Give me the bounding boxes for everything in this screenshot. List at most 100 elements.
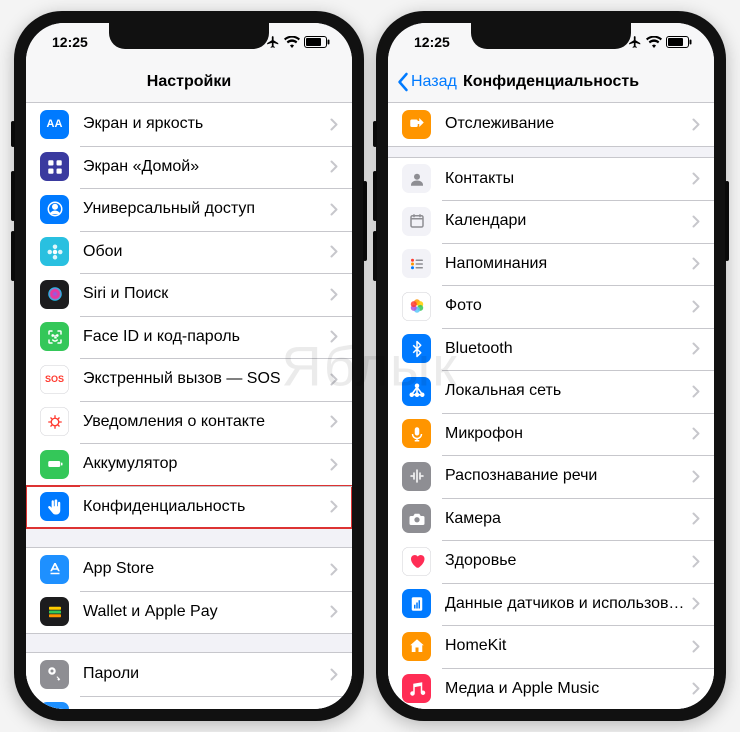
- navbar-right: Назад Конфиденциальность: [388, 61, 714, 103]
- row-label: Универсальный доступ: [83, 200, 330, 218]
- row-label: Здоровье: [445, 552, 692, 570]
- settings-row-sos[interactable]: SOSЭкстренный вызов — SOS: [26, 358, 352, 401]
- chevron-right-icon: [692, 118, 700, 131]
- row-label: Календари: [445, 212, 692, 230]
- settings-row-faceid[interactable]: Face ID и код-пароль: [26, 316, 352, 359]
- exposure-icon: [40, 407, 69, 436]
- settings-row-photos-privacy[interactable]: Фото: [388, 285, 714, 328]
- settings-row-tracking[interactable]: Отслеживание: [388, 103, 714, 146]
- settings-row-localnetwork[interactable]: Локальная сеть: [388, 370, 714, 413]
- row-label: Фото: [445, 297, 692, 315]
- settings-row-wallet[interactable]: Wallet и Apple Pay: [26, 591, 352, 634]
- battery-icon: [40, 450, 69, 479]
- settings-row-home-screen[interactable]: Экран «Домой»: [26, 146, 352, 189]
- chevron-right-icon: [692, 512, 700, 525]
- row-label: App Store: [83, 560, 330, 578]
- settings-row-battery[interactable]: Аккумулятор: [26, 443, 352, 486]
- chevron-right-icon: [330, 500, 338, 513]
- phone-frame-right: 12:25 Назад Конфиденциальность Отслежива…: [376, 11, 726, 721]
- chevron-right-icon: [692, 172, 700, 185]
- settings-row-privacy[interactable]: Конфиденциальность: [26, 486, 352, 529]
- settings-row-appstore[interactable]: App Store: [26, 548, 352, 591]
- row-label: Обои: [83, 243, 330, 261]
- settings-row-homekit[interactable]: HomeKit: [388, 625, 714, 668]
- home-screen-icon: [40, 152, 69, 181]
- appstore-icon: [40, 555, 69, 584]
- row-label: HomeKit: [445, 637, 692, 655]
- settings-row-display-brightness[interactable]: AAЭкран и яркость: [26, 103, 352, 146]
- homekit-icon: [402, 632, 431, 661]
- chevron-left-icon: [396, 72, 409, 92]
- chevron-right-icon: [692, 342, 700, 355]
- chevron-right-icon: [330, 118, 338, 131]
- chevron-right-icon: [692, 257, 700, 270]
- chevron-right-icon: [330, 245, 338, 258]
- wallpaper-icon: [40, 237, 69, 266]
- content-left[interactable]: AAЭкран и яркостьЭкран «Домой» Универсаль…: [26, 103, 352, 709]
- camera-privacy-icon: [402, 504, 431, 533]
- settings-row-wallpaper[interactable]: Обои: [26, 231, 352, 274]
- row-label: Отслеживание: [445, 115, 692, 133]
- content-right[interactable]: Отслеживание Контакты Календари Напоминания…: [388, 103, 714, 709]
- row-label: Уведомления о контакте: [83, 413, 330, 431]
- wifi-icon: [284, 36, 300, 48]
- settings-row-research[interactable]: Данные датчиков и использования: [388, 583, 714, 626]
- chevron-right-icon: [692, 427, 700, 440]
- settings-row-bluetooth-privacy[interactable]: Bluetooth: [388, 328, 714, 371]
- back-label: Назад: [411, 73, 457, 91]
- battery-icon: [666, 36, 692, 48]
- settings-row-media[interactable]: Медиа и Apple Music: [388, 668, 714, 710]
- tracking-icon: [402, 110, 431, 139]
- accessibility-icon: [40, 195, 69, 224]
- chevron-right-icon: [330, 203, 338, 216]
- chevron-right-icon: [692, 597, 700, 610]
- wallet-icon: [40, 597, 69, 626]
- settings-row-camera-privacy[interactable]: Камера: [388, 498, 714, 541]
- row-label: Экран и яркость: [83, 115, 330, 133]
- settings-row-reminders-privacy[interactable]: Напоминания: [388, 243, 714, 286]
- status-icons: [266, 35, 330, 49]
- speech-icon: [402, 462, 431, 491]
- health-icon: [402, 547, 431, 576]
- mail-icon: [40, 702, 69, 709]
- settings-row-mail[interactable]: Почта: [26, 696, 352, 710]
- back-button[interactable]: Назад: [396, 61, 457, 102]
- row-label: Распознавание речи: [445, 467, 692, 485]
- settings-row-exposure[interactable]: Уведомления о контакте: [26, 401, 352, 444]
- chevron-right-icon: [330, 458, 338, 471]
- settings-row-passwords[interactable]: Пароли: [26, 653, 352, 696]
- settings-row-health[interactable]: Здоровье: [388, 540, 714, 583]
- settings-row-microphone[interactable]: Микрофон: [388, 413, 714, 456]
- settings-row-siri[interactable]: Siri и Поиск: [26, 273, 352, 316]
- chevron-right-icon: [692, 215, 700, 228]
- chevron-right-icon: [692, 640, 700, 653]
- chevron-right-icon: [692, 385, 700, 398]
- row-label: Напоминания: [445, 255, 692, 273]
- chevron-right-icon: [330, 330, 338, 343]
- media-icon: [402, 674, 431, 703]
- battery-icon: [304, 36, 330, 48]
- row-label: Локальная сеть: [445, 382, 692, 400]
- settings-row-contacts-privacy[interactable]: Контакты: [388, 158, 714, 201]
- row-label: Wallet и Apple Pay: [83, 603, 330, 621]
- row-label: Face ID и код-пароль: [83, 328, 330, 346]
- research-icon: [402, 589, 431, 618]
- settings-row-accessibility[interactable]: Универсальный доступ: [26, 188, 352, 231]
- notch: [471, 23, 631, 49]
- chevron-right-icon: [692, 300, 700, 313]
- notch: [109, 23, 269, 49]
- row-label: Данные датчиков и использования: [445, 595, 692, 613]
- chevron-right-icon: [330, 288, 338, 301]
- screen-left: 12:25 Настройки AAЭкран и яркостьЭкран «…: [26, 23, 352, 709]
- wifi-icon: [646, 36, 662, 48]
- calendars-privacy-icon: [402, 207, 431, 236]
- chevron-right-icon: [330, 668, 338, 681]
- chevron-right-icon: [692, 555, 700, 568]
- chevron-right-icon: [692, 470, 700, 483]
- chevron-right-icon: [330, 605, 338, 618]
- row-label: Контакты: [445, 170, 692, 188]
- settings-row-calendars-privacy[interactable]: Календари: [388, 200, 714, 243]
- row-label: Медиа и Apple Music: [445, 680, 692, 698]
- settings-row-speech[interactable]: Распознавание речи: [388, 455, 714, 498]
- row-label: Siri и Поиск: [83, 285, 330, 303]
